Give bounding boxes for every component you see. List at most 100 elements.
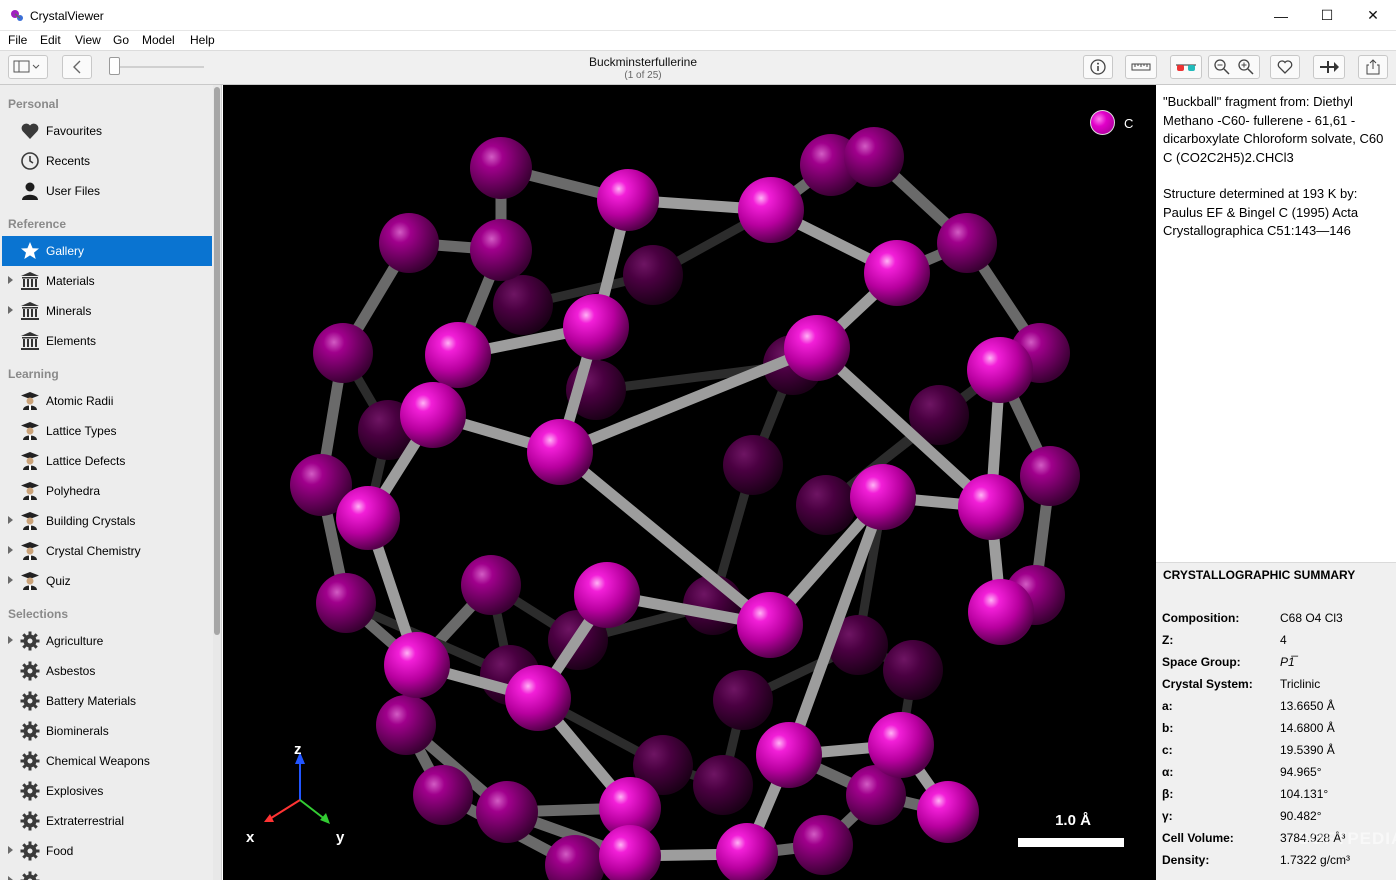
sidebar-item-chemical-weapons[interactable]: Chemical Weapons <box>2 746 212 776</box>
sidebar-toggle-button[interactable] <box>8 55 48 79</box>
expand-arrow-icon[interactable] <box>8 576 13 584</box>
rotate-button[interactable] <box>1313 55 1345 79</box>
minimize-button[interactable]: — <box>1258 0 1304 31</box>
carbon-atom[interactable] <box>1020 446 1080 506</box>
carbon-atom[interactable] <box>425 322 491 388</box>
sidebar-item-extraterrestrial[interactable]: Extraterrestrial <box>2 806 212 836</box>
expand-arrow-icon[interactable] <box>8 636 13 644</box>
menu-file[interactable]: File <box>8 33 27 47</box>
carbon-atom[interactable] <box>623 245 683 305</box>
carbon-atom[interactable] <box>563 294 629 360</box>
favourite-button[interactable] <box>1270 55 1300 79</box>
carbon-atom[interactable] <box>400 382 466 448</box>
carbon-atom[interactable] <box>967 337 1033 403</box>
carbon-atom[interactable] <box>738 177 804 243</box>
carbon-atom[interactable] <box>716 823 778 880</box>
sidebar-item-quiz[interactable]: Quiz <box>2 566 212 596</box>
carbon-atom[interactable] <box>917 781 979 843</box>
menu-view[interactable]: View <box>75 33 101 47</box>
carbon-atom[interactable] <box>713 670 773 730</box>
menu-go[interactable]: Go <box>113 33 129 47</box>
back-button[interactable] <box>62 55 92 79</box>
sidebar-item-gallery[interactable]: Gallery <box>2 236 212 266</box>
maximize-button[interactable]: ☐ <box>1304 0 1350 31</box>
carbon-atom[interactable] <box>864 240 930 306</box>
carbon-atom[interactable] <box>574 562 640 628</box>
carbon-atom[interactable] <box>723 435 783 495</box>
carbon-atom[interactable] <box>844 127 904 187</box>
sidebar-item-explosives[interactable]: Explosives <box>2 776 212 806</box>
carbon-atom[interactable] <box>784 315 850 381</box>
gallery-slider-thumb[interactable] <box>109 57 120 75</box>
expand-arrow-icon[interactable] <box>8 276 13 284</box>
sidebar-item-recents[interactable]: Recents <box>2 146 212 176</box>
molecule-render[interactable] <box>223 85 1156 880</box>
carbon-atom[interactable] <box>413 765 473 825</box>
sidebar-item-agriculture[interactable]: Agriculture <box>2 626 212 656</box>
expand-arrow-icon[interactable] <box>8 546 13 554</box>
carbon-atom[interactable] <box>597 169 659 231</box>
sidebar-item-battery-materials[interactable]: Battery Materials <box>2 686 212 716</box>
zoom-out-icon[interactable] <box>1213 58 1231 76</box>
carbon-atom[interactable] <box>470 219 532 281</box>
carbon-atom[interactable] <box>850 464 916 530</box>
sidebar-item-minerals[interactable]: Minerals <box>2 296 212 326</box>
expand-arrow-icon[interactable] <box>8 516 13 524</box>
share-button[interactable] <box>1358 55 1388 79</box>
carbon-atom[interactable] <box>599 825 661 880</box>
sidebar-item-partial[interactable] <box>2 866 212 880</box>
carbon-atom[interactable] <box>958 474 1024 540</box>
sidebar-item-crystal-chemistry[interactable]: Crystal Chemistry <box>2 536 212 566</box>
sidebar-item-lattice-types[interactable]: Lattice Types <box>2 416 212 446</box>
carbon-atom[interactable] <box>384 632 450 698</box>
carbon-atom[interactable] <box>476 781 538 843</box>
info-button[interactable] <box>1083 55 1113 79</box>
carbon-atom[interactable] <box>693 755 753 815</box>
carbon-atom[interactable] <box>505 665 571 731</box>
carbon-atom[interactable] <box>883 640 943 700</box>
menu-edit[interactable]: Edit <box>40 33 61 47</box>
sidebar-item-biominerals[interactable]: Biominerals <box>2 716 212 746</box>
sidebar-item-lattice-defects[interactable]: Lattice Defects <box>2 446 212 476</box>
carbon-atom[interactable] <box>756 722 822 788</box>
sidebar-item-building-crystals[interactable]: Building Crystals <box>2 506 212 536</box>
sidebar-item-elements[interactable]: Elements <box>2 326 212 356</box>
professor-icon <box>21 572 39 590</box>
carbon-atom[interactable] <box>868 712 934 778</box>
carbon-atom[interactable] <box>376 695 436 755</box>
sidebar-item-materials[interactable]: Materials <box>2 266 212 296</box>
carbon-atom[interactable] <box>336 486 400 550</box>
close-button[interactable]: ✕ <box>1350 0 1396 31</box>
sidebar-item-user-files[interactable]: User Files <box>2 176 212 206</box>
menu-model[interactable]: Model <box>142 33 175 47</box>
sidebar-scrollbar[interactable] <box>213 85 221 880</box>
expand-arrow-icon[interactable] <box>8 306 13 314</box>
carbon-atom[interactable] <box>461 555 521 615</box>
carbon-atom[interactable] <box>793 815 853 875</box>
gallery-slider-track[interactable] <box>112 66 204 68</box>
sidebar-item-asbestos[interactable]: Asbestos <box>2 656 212 686</box>
stereo-glasses-button[interactable] <box>1170 55 1202 79</box>
ruler-button[interactable] <box>1125 55 1157 79</box>
carbon-atom[interactable] <box>968 579 1034 645</box>
carbon-atom[interactable] <box>313 323 373 383</box>
expand-arrow-icon[interactable] <box>8 876 13 880</box>
sidebar-item-food[interactable]: Food <box>2 836 212 866</box>
carbon-atom[interactable] <box>379 213 439 273</box>
zoom-in-icon[interactable] <box>1237 58 1255 76</box>
carbon-atom[interactable] <box>470 137 532 199</box>
carbon-atom[interactable] <box>316 573 376 633</box>
sidebar-item-polyhedra[interactable]: Polyhedra <box>2 476 212 506</box>
carbon-atom[interactable] <box>937 213 997 273</box>
carbon-atom[interactable] <box>737 592 803 658</box>
carbon-atom[interactable] <box>527 419 593 485</box>
carbon-atom[interactable] <box>796 475 856 535</box>
sidebar-scrollbar-thumb[interactable] <box>214 87 220 635</box>
menu-help[interactable]: Help <box>190 33 215 47</box>
sidebar-item-atomic-radii[interactable]: Atomic Radii <box>2 386 212 416</box>
carbon-atom[interactable] <box>493 275 553 335</box>
sidebar-item-favourites[interactable]: Favourites <box>2 116 212 146</box>
structure-viewer[interactable]: C z x y 1.0 Å <box>223 85 1156 880</box>
summary-value: 104.131° <box>1280 787 1329 801</box>
expand-arrow-icon[interactable] <box>8 846 13 854</box>
